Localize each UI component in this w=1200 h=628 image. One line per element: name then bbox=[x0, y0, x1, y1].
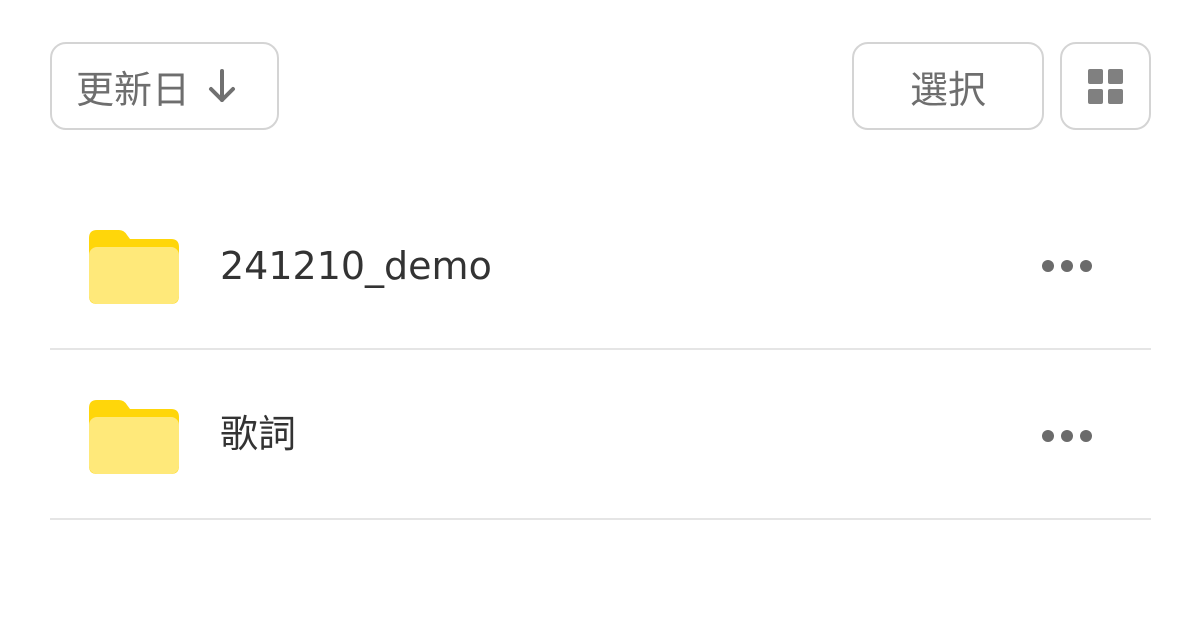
arrow-down-icon bbox=[204, 66, 240, 106]
folder-icon bbox=[89, 400, 179, 474]
folder-name: 歌詞 bbox=[220, 412, 297, 456]
sort-button[interactable]: 更新日 bbox=[50, 42, 279, 130]
select-label: 選択 bbox=[909, 67, 986, 112]
more-horizontal-icon bbox=[1042, 260, 1054, 272]
file-browser: 更新日 選択 241210_demo 歌詞 bbox=[0, 0, 1200, 628]
grid-view-button[interactable] bbox=[1060, 42, 1151, 130]
list-item[interactable]: 241210_demo bbox=[50, 182, 1151, 350]
select-button[interactable]: 選択 bbox=[852, 42, 1044, 130]
folder-icon bbox=[89, 230, 179, 304]
toolbar: 更新日 選択 bbox=[50, 42, 1151, 134]
sort-label: 更新日 bbox=[76, 67, 191, 112]
folder-list: 241210_demo 歌詞 bbox=[50, 182, 1151, 520]
more-button[interactable] bbox=[1022, 406, 1112, 466]
list-item[interactable]: 歌詞 bbox=[50, 350, 1151, 520]
folder-name: 241210_demo bbox=[220, 244, 492, 288]
more-button[interactable] bbox=[1022, 236, 1112, 296]
more-horizontal-icon bbox=[1042, 430, 1054, 442]
grid-view-icon bbox=[1088, 68, 1123, 104]
